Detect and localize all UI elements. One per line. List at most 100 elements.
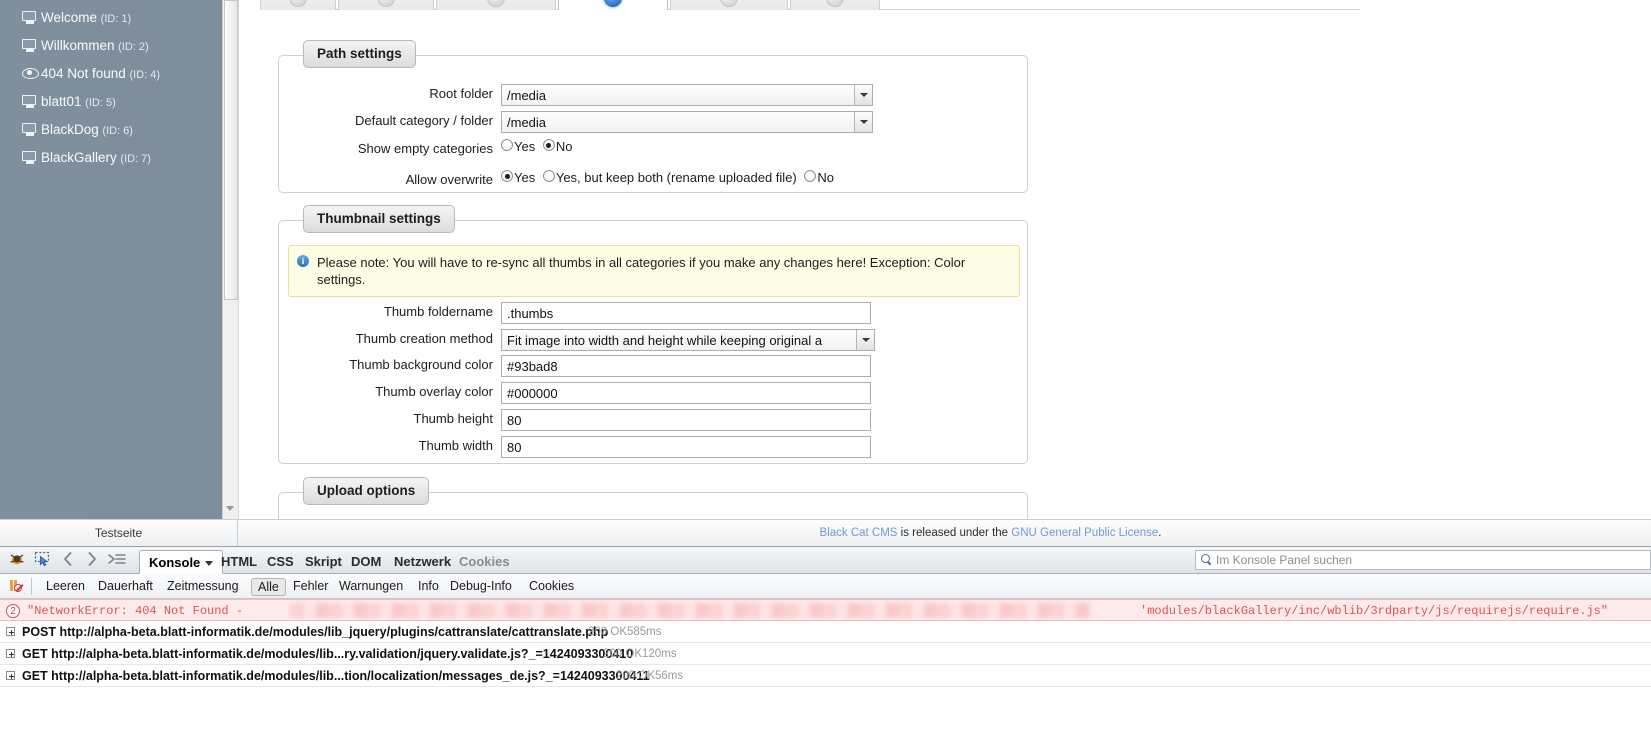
radio-icon[interactable] xyxy=(501,139,513,151)
root-folder-select[interactable]: /media xyxy=(501,84,873,106)
default-category-select[interactable]: /media xyxy=(501,111,873,133)
radio-icon[interactable] xyxy=(804,170,816,182)
thumb-height-label: Thumb height xyxy=(279,409,493,429)
sidebar-item-blackdog[interactable]: BlackDog (ID: 6) xyxy=(0,116,222,144)
firebug-tab-dom[interactable]: DOM xyxy=(342,550,390,574)
radio-icon-selected[interactable] xyxy=(501,170,513,182)
browser-page-area: Welcome (ID: 1) Willkommen (ID: 2) 404 N… xyxy=(0,0,1651,546)
thumb-height-input[interactable] xyxy=(501,409,871,431)
radio-icon-selected[interactable] xyxy=(543,139,555,151)
firebug-tab-label: Cookies xyxy=(459,554,510,569)
thumb-width-input[interactable] xyxy=(501,436,871,458)
firebug-search-input[interactable]: Im Konsole Panel suchen xyxy=(1195,550,1651,570)
firebug-console-output: 2 "NetworkError: 404 Not Found - 'module… xyxy=(0,599,1651,729)
console-clear-button[interactable]: Leeren xyxy=(40,578,91,596)
thumb-overlay-color-label: Thumb overlay color xyxy=(279,382,493,402)
sidebar-item-404-not-found[interactable]: 404 Not found (ID: 4) xyxy=(0,60,222,88)
expand-icon[interactable] xyxy=(6,649,15,658)
sidebar-item-id: (ID: 5) xyxy=(85,97,116,109)
tab-1[interactable] xyxy=(260,0,336,10)
sidebar-item-id: (ID: 7) xyxy=(120,153,151,165)
thumbnail-settings-legend: Thumbnail settings xyxy=(303,205,455,233)
firebug-tab-konsole[interactable]: Konsole xyxy=(139,550,223,574)
forward-arrow-icon[interactable] xyxy=(84,550,100,571)
monitor-icon xyxy=(22,39,37,52)
back-arrow-icon[interactable] xyxy=(60,550,76,571)
firebug-tab-cookies[interactable]: Cookies xyxy=(450,550,519,574)
allow-overwrite-yes[interactable]: Yes xyxy=(501,170,535,185)
root-folder-label: Root folder xyxy=(279,84,493,104)
show-empty-no[interactable]: No xyxy=(543,139,573,154)
thumb-background-color-input[interactable] xyxy=(501,355,871,377)
sidebar-item-blackgallery[interactable]: BlackGallery (ID: 7) xyxy=(0,144,222,172)
credit-end-text: . xyxy=(1158,527,1161,539)
inspect-element-icon[interactable] xyxy=(34,551,52,570)
network-url: POST http://alpha-beta.blatt-informatik.… xyxy=(22,621,608,643)
scrollbar-thumb[interactable] xyxy=(224,0,238,300)
tab-5[interactable] xyxy=(670,0,788,10)
upload-options-fieldset: Upload options xyxy=(278,492,1028,519)
console-network-row[interactable]: GET http://alpha-beta.blatt-informatik.d… xyxy=(0,643,1651,665)
console-filter-debug-info[interactable]: Debug-Info xyxy=(444,578,518,596)
allow-overwrite-no[interactable]: No xyxy=(804,170,834,185)
network-status: 200 OK xyxy=(616,665,655,687)
network-status: 200 OK xyxy=(588,621,627,643)
upload-options-legend: Upload options xyxy=(303,477,429,505)
allow-overwrite-keep-both[interactable]: Yes, but keep both (rename uploaded file… xyxy=(543,170,797,185)
thumb-creation-method-select[interactable]: Fit image into width and height while ke… xyxy=(501,329,875,351)
sidebar-item-willkommen[interactable]: Willkommen (ID: 2) xyxy=(0,32,222,60)
show-empty-categories-radiogroup: Yes No xyxy=(501,139,576,154)
search-placeholder: Im Konsole Panel suchen xyxy=(1216,553,1352,567)
console-filter-info[interactable]: Info xyxy=(412,578,445,596)
tab-bullet-icon xyxy=(604,0,622,7)
console-filter-warnings[interactable]: Warnungen xyxy=(333,578,409,596)
expand-icon[interactable] xyxy=(6,671,15,680)
show-empty-yes[interactable]: Yes xyxy=(501,139,535,154)
firebug-tab-netzwerk[interactable]: Netzwerk xyxy=(385,550,460,574)
sidebar-item-blatt01[interactable]: blatt01 (ID: 5) xyxy=(0,88,222,116)
console-filter-cookies[interactable]: Cookies xyxy=(523,578,580,596)
console-network-row[interactable]: POST http://alpha-beta.blatt-informatik.… xyxy=(0,621,1651,643)
console-filter-errors[interactable]: Fehler xyxy=(287,578,334,596)
radio-icon[interactable] xyxy=(543,170,555,182)
sidebar-item-welcome[interactable]: Welcome (ID: 1) xyxy=(0,4,222,32)
sidebar-item-label: BlackGallery xyxy=(41,150,117,165)
tab-2[interactable] xyxy=(338,0,434,10)
thumbnail-settings-fieldset: Thumbnail settings i Please note: You wi… xyxy=(278,220,1028,464)
monitor-icon xyxy=(22,151,37,164)
sidebar-item-label: blatt01 xyxy=(41,94,82,109)
thumb-creation-method-label: Thumb creation method xyxy=(279,329,493,349)
chevron-down-icon[interactable] xyxy=(226,506,234,511)
sidebar-item-id: (ID: 6) xyxy=(102,125,133,137)
error-message-text: "NetworkError: 404 Not Found - xyxy=(27,600,243,621)
network-time: 120ms xyxy=(642,643,677,665)
sidebar-item-label: Welcome xyxy=(41,10,97,25)
tab-settings-active[interactable] xyxy=(558,0,668,10)
network-status: 200 OK xyxy=(603,643,642,665)
tab-6[interactable] xyxy=(790,0,880,10)
sidebar-item-label: 404 Not found xyxy=(41,66,126,81)
console-persist-button[interactable]: Dauerhaft xyxy=(92,578,159,596)
black-cat-cms-link[interactable]: Black Cat CMS xyxy=(820,527,898,539)
site-label: Testseite xyxy=(0,520,238,546)
default-category-label: Default category / folder xyxy=(279,111,493,131)
thumb-width-label: Thumb width xyxy=(279,436,493,456)
gpl-license-link[interactable]: GNU General Public License xyxy=(1011,527,1158,539)
eye-icon xyxy=(22,67,37,80)
sidebar-scrollbar[interactable] xyxy=(222,0,239,519)
thumb-overlay-color-input[interactable] xyxy=(501,382,871,404)
console-filter-all[interactable]: Alle xyxy=(251,578,286,596)
expand-icon[interactable] xyxy=(6,627,15,636)
network-time: 56ms xyxy=(655,665,683,687)
firebug-logo-icon[interactable] xyxy=(8,551,26,570)
list-menu-icon[interactable] xyxy=(108,551,126,570)
tab-3[interactable] xyxy=(436,0,556,10)
console-profile-button[interactable]: Zeitmessung xyxy=(161,578,245,596)
tab-bullet-icon xyxy=(826,0,844,7)
firebug-tab-label: HTML xyxy=(221,554,257,569)
break-on-error-icon[interactable] xyxy=(9,579,23,593)
console-error-row[interactable]: 2 "NetworkError: 404 Not Found - 'module… xyxy=(0,599,1651,621)
thumb-foldername-input[interactable] xyxy=(501,302,871,324)
console-network-row[interactable]: GET http://alpha-beta.blatt-informatik.d… xyxy=(0,665,1651,687)
toolbar-separator xyxy=(31,578,32,595)
